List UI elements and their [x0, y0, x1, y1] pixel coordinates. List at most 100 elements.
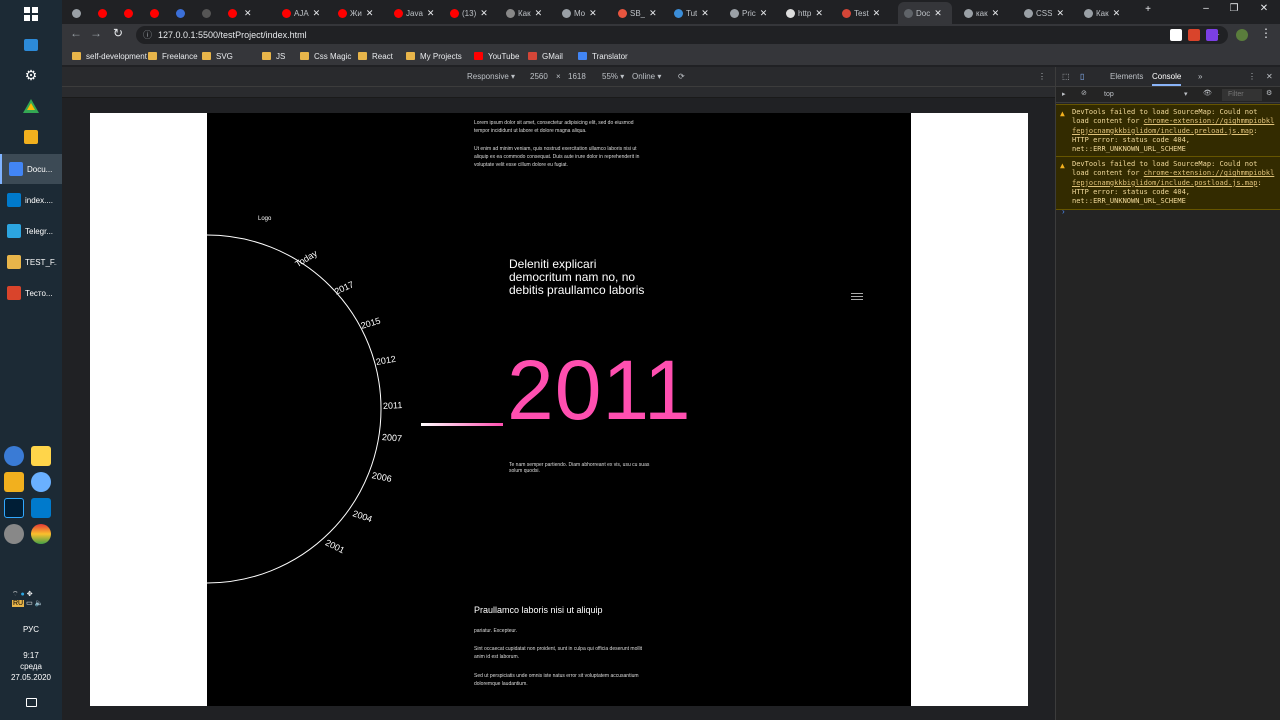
timeline-year[interactable]: 2007	[382, 432, 403, 444]
live-expression-eye-icon[interactable]: 👁	[1203, 89, 1212, 97]
dnd-extension-icon[interactable]	[1170, 29, 1182, 41]
reload-icon[interactable]: ↻	[110, 26, 126, 40]
bookmark-item[interactable]: Css Magic	[300, 50, 351, 62]
settings-icon[interactable]: ⚙	[21, 65, 41, 85]
browser-tab[interactable]: Test ✕	[836, 2, 890, 24]
console-filter-input[interactable]: Filter	[1222, 89, 1262, 101]
back-arrow-icon[interactable]: ←	[68, 26, 84, 40]
context-dropdown-icon[interactable]: ▾	[1184, 90, 1188, 98]
rotate-icon[interactable]: ⟳	[678, 72, 685, 81]
minimize-button[interactable]: –	[1196, 3, 1216, 14]
timeline-year[interactable]: 2011	[383, 400, 403, 411]
network-icon[interactable]: ⌔	[12, 591, 19, 598]
globe-icon[interactable]	[4, 446, 24, 466]
tab-close-icon[interactable]: ✕	[760, 8, 768, 19]
tab-close-icon[interactable]: ✕	[1056, 8, 1064, 19]
close-window-button[interactable]: ✕	[1254, 3, 1274, 14]
shield-icon[interactable]	[31, 446, 51, 466]
tab-console[interactable]: Console	[1152, 72, 1182, 86]
browser-tab[interactable]	[196, 2, 220, 24]
forward-arrow-icon[interactable]: →	[88, 26, 104, 40]
throttle-select[interactable]: Online ▾	[632, 72, 661, 81]
pinned-app-yellow-icon[interactable]	[21, 127, 41, 147]
tab-close-icon[interactable]: ✕	[1113, 8, 1121, 19]
bookmark-item[interactable]: JS	[262, 50, 285, 62]
profile-avatar[interactable]	[1236, 29, 1248, 41]
volume-icon[interactable]: 🔈	[35, 600, 44, 607]
tab-close-icon[interactable]: ✕	[480, 8, 488, 19]
sync-icon[interactable]: ✥	[27, 591, 33, 598]
hamburger-menu-icon[interactable]	[851, 293, 863, 302]
telegram-tray-icon[interactable]: ●	[21, 591, 25, 598]
pinned-app-icon[interactable]	[21, 35, 41, 55]
language-indicator[interactable]: РУС	[0, 624, 62, 635]
browser-tab[interactable]: (1) З✕	[222, 2, 252, 24]
browser-tab[interactable]	[92, 2, 116, 24]
photoshop-icon[interactable]	[4, 498, 24, 518]
devtools-menu-icon[interactable]: ⋮	[1248, 72, 1256, 81]
warning-shield-icon[interactable]	[4, 472, 24, 492]
eye-icon[interactable]	[4, 524, 24, 544]
browser-tab[interactable]	[170, 2, 194, 24]
browser-tab[interactable]: Pric ✕	[724, 2, 778, 24]
browser-tab[interactable]: CSS ✕	[1018, 2, 1072, 24]
more-tabs-icon[interactable]: »	[1198, 72, 1202, 81]
more-menu-icon[interactable]: ⋮	[1258, 26, 1274, 40]
device-toggle-icon[interactable]: ▯	[1080, 72, 1084, 81]
bookmark-item[interactable]: React	[358, 50, 393, 62]
browser-tab[interactable]: http ✕	[780, 2, 834, 24]
bookmark-item[interactable]: Translator	[578, 50, 628, 62]
bookmark-item[interactable]: self-development	[72, 50, 147, 62]
tab-elements[interactable]: Elements	[1110, 72, 1143, 81]
bookmark-item[interactable]: YouTube	[474, 50, 519, 62]
bookmark-item[interactable]: My Projects	[406, 50, 462, 62]
width-input[interactable]: 2560	[530, 72, 548, 81]
browser-tab[interactable]: Как ✕	[1078, 2, 1132, 24]
site-info-icon[interactable]: ⓘ	[143, 26, 152, 44]
taskbar-app[interactable]: TEST_F...	[0, 247, 62, 277]
zoom-select[interactable]: 55% ▾	[602, 72, 624, 81]
clock[interactable]: 9:17 среда 27.05.2020	[0, 650, 62, 683]
system-tray[interactable]: ⌔ ● ✥ RU ▭ 🔈	[12, 590, 52, 614]
new-tab-button[interactable]: +	[1138, 4, 1158, 15]
tab-close-icon[interactable]: ✕	[535, 8, 543, 19]
taskbar-app[interactable]: index....	[0, 185, 62, 215]
console-prompt[interactable]: ›	[1062, 207, 1065, 216]
taskbar-app[interactable]: Telegr...	[0, 216, 62, 246]
tab-close-icon[interactable]: ✕	[649, 8, 657, 19]
bookmark-item[interactable]: SVG	[202, 50, 233, 62]
browser-tab[interactable]	[66, 2, 90, 24]
console-settings-gear-icon[interactable]: ⚙	[1266, 89, 1272, 97]
cloud-icon[interactable]	[31, 472, 51, 492]
responsive-select[interactable]: Responsive ▾	[467, 72, 515, 81]
browser-tab[interactable]: как ✕	[958, 2, 1012, 24]
address-bar[interactable]: ⓘ 127.0.0.1:5500/testProject/index.html …	[136, 26, 1228, 44]
browser-tab[interactable]: Tut ✕	[668, 2, 722, 24]
bookmark-item[interactable]: GMail	[528, 50, 563, 62]
maximize-button[interactable]: ❐	[1224, 3, 1244, 14]
tab-close-icon[interactable]: ✕	[244, 8, 252, 19]
tab-close-icon[interactable]: ✕	[701, 8, 709, 19]
browser-tab[interactable]: Жи ✕	[332, 2, 386, 24]
tab-close-icon[interactable]: ✕	[313, 8, 321, 19]
tab-close-icon[interactable]: ✕	[427, 8, 435, 19]
color-circle-icon[interactable]	[31, 524, 51, 544]
vscode-icon[interactable]	[31, 498, 51, 518]
tab-close-icon[interactable]: ✕	[934, 8, 942, 19]
height-input[interactable]: 1618	[568, 72, 586, 81]
devtools-close-icon[interactable]: ✕	[1266, 72, 1273, 81]
browser-tab[interactable]: (13) ✕	[444, 2, 498, 24]
browser-tab[interactable]: AJA ✕	[276, 2, 330, 24]
inspect-icon[interactable]: ⬚	[1062, 72, 1070, 81]
google-drive-icon[interactable]	[21, 96, 41, 116]
sidebar-toggle-icon[interactable]: ▸	[1062, 90, 1066, 98]
browser-tab[interactable]: Java ✕	[388, 2, 442, 24]
browser-tab[interactable]	[144, 2, 168, 24]
bookmark-item[interactable]: Freelance	[148, 50, 198, 62]
notifications-icon[interactable]	[21, 692, 41, 712]
tab-close-icon[interactable]: ✕	[992, 8, 1000, 19]
media-query-bar[interactable]	[62, 87, 1055, 98]
browser-tab[interactable]: Mo ✕	[556, 2, 610, 24]
tab-close-icon[interactable]: ✕	[815, 8, 823, 19]
taskbar-app[interactable]: Docu...	[0, 154, 62, 184]
